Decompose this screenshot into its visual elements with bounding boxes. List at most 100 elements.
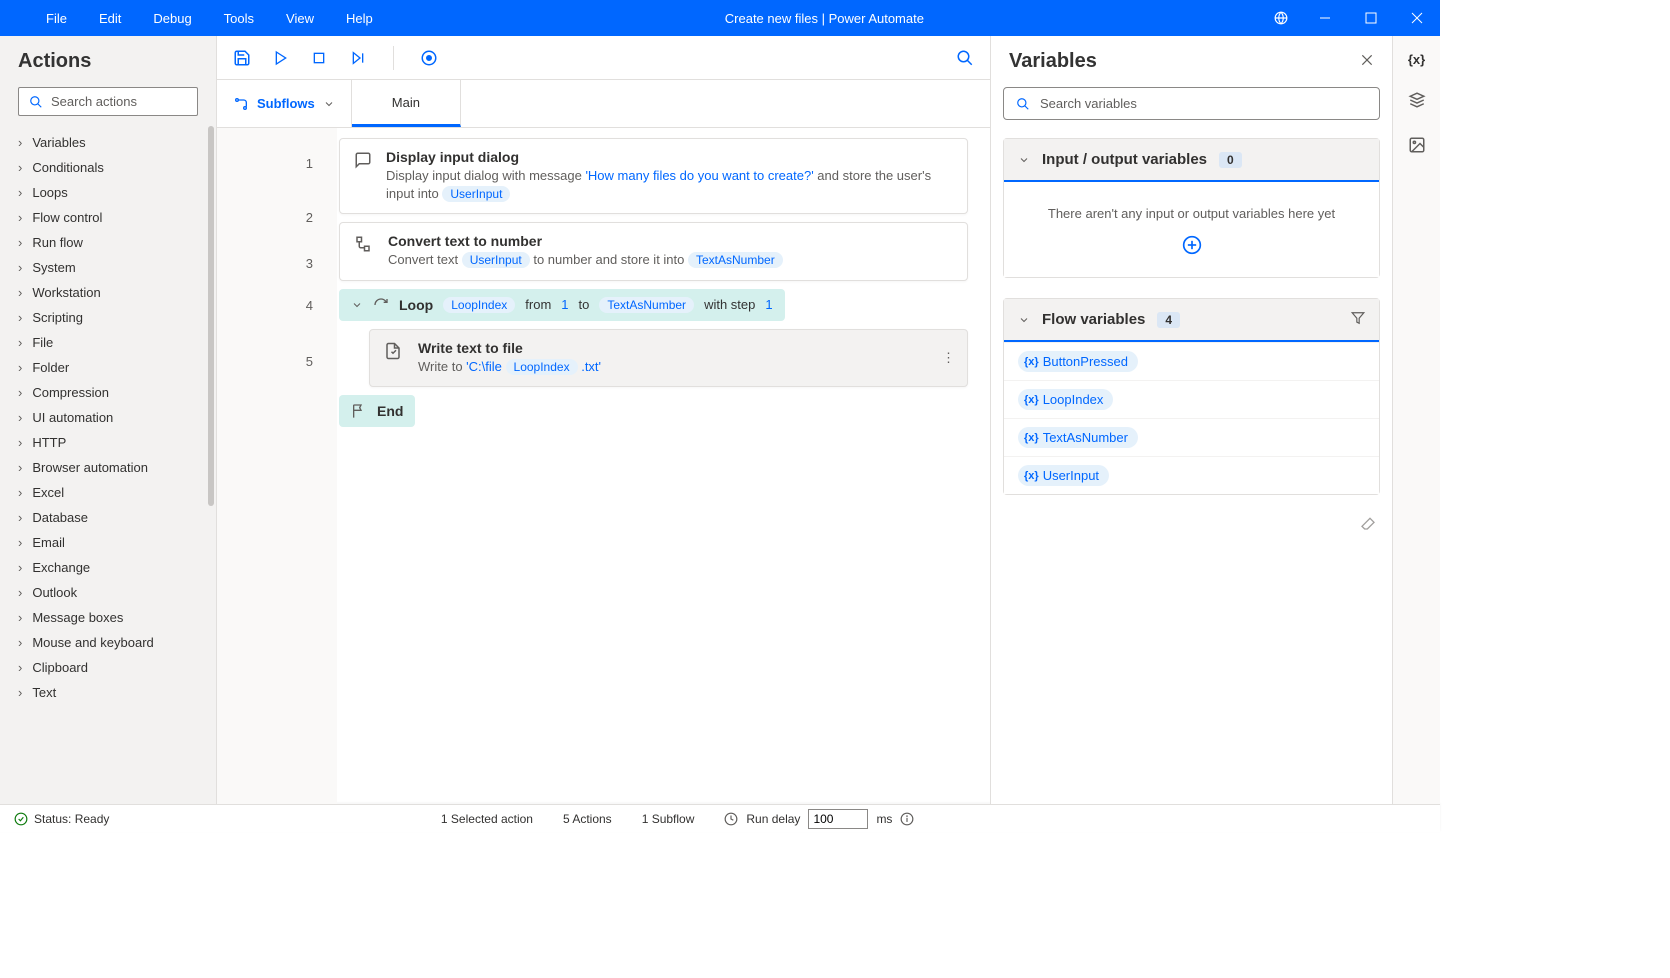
window-title: Create new files | Power Automate (389, 11, 1260, 26)
tab-main[interactable]: Main (352, 80, 461, 127)
category-file[interactable]: ›File (0, 330, 216, 355)
action-loop[interactable]: Loop LoopIndex from 1 to TextAsNumber wi… (339, 289, 968, 435)
subflow-bar: Subflows Main (217, 80, 990, 128)
loop-end[interactable]: End (339, 395, 415, 427)
designer-panel: Subflows Main 1 2 3 4 5 Display input di… (217, 36, 990, 804)
category-folder[interactable]: ›Folder (0, 355, 216, 380)
stop-button[interactable] (311, 50, 327, 66)
convert-icon (354, 233, 374, 256)
category-system[interactable]: ›System (0, 255, 216, 280)
designer-search-button[interactable] (956, 49, 974, 67)
loop-icon (373, 297, 389, 313)
more-options-button[interactable]: ⋮ (942, 350, 955, 366)
rail-variables-button[interactable]: {x} (1408, 52, 1425, 67)
actions-search[interactable]: Search actions (18, 87, 198, 116)
window-controls (1260, 0, 1440, 36)
menu-help[interactable]: Help (330, 3, 389, 34)
action-display-input-dialog[interactable]: Display input dialog Display input dialo… (339, 138, 968, 214)
category-workstation[interactable]: ›Workstation (0, 280, 216, 305)
io-variables-header[interactable]: Input / output variables 0 (1004, 139, 1379, 182)
environment-indicator[interactable] (1260, 11, 1302, 25)
variables-search[interactable]: Search variables (1003, 87, 1380, 120)
category-mouse-keyboard[interactable]: ›Mouse and keyboard (0, 630, 216, 655)
loop-header[interactable]: Loop LoopIndex from 1 to TextAsNumber wi… (339, 289, 785, 321)
category-scripting[interactable]: ›Scripting (0, 305, 216, 330)
run-delay-control: Run delay ms (724, 809, 914, 829)
minimize-button[interactable] (1302, 0, 1348, 36)
menu-edit[interactable]: Edit (83, 3, 137, 34)
action-convert-text-to-number[interactable]: Convert text to number Convert text User… (339, 222, 968, 280)
search-icon (29, 95, 43, 109)
menu-debug[interactable]: Debug (137, 3, 207, 34)
variables-heading: Variables (1009, 50, 1360, 73)
clock-icon (724, 812, 738, 826)
chevron-down-icon (1018, 314, 1030, 326)
rail-images-button[interactable] (1408, 136, 1426, 157)
step-button[interactable] (349, 50, 367, 66)
flow-canvas[interactable]: Display input dialog Display input dialo… (337, 128, 990, 804)
category-clipboard[interactable]: ›Clipboard (0, 655, 216, 680)
line-3: 3 (306, 242, 313, 284)
line-2: 2 (306, 196, 313, 242)
subflows-dropdown[interactable]: Subflows (217, 80, 352, 127)
variable-token: UserInput (442, 186, 510, 202)
category-exchange[interactable]: ›Exchange (0, 555, 216, 580)
chevron-down-icon[interactable] (351, 299, 363, 311)
category-flow-control[interactable]: ›Flow control (0, 205, 216, 230)
category-email[interactable]: ›Email (0, 530, 216, 555)
save-button[interactable] (233, 49, 251, 67)
flow-var-textasnumber[interactable]: {x}TextAsNumber (1004, 418, 1379, 456)
rail-ui-elements-button[interactable] (1408, 91, 1426, 112)
maximize-button[interactable] (1348, 0, 1394, 36)
actions-tree[interactable]: ›Variables ›Conditionals ›Loops ›Flow co… (0, 126, 216, 804)
close-panel-button[interactable] (1360, 53, 1374, 70)
category-run-flow[interactable]: ›Run flow (0, 230, 216, 255)
category-ui-automation[interactable]: ›UI automation (0, 405, 216, 430)
menu-view[interactable]: View (270, 3, 330, 34)
run-delay-input[interactable] (808, 809, 868, 829)
chevron-right-icon: › (18, 135, 22, 150)
designer-toolbar (217, 36, 990, 80)
flow-var-userinput[interactable]: {x}UserInput (1004, 456, 1379, 494)
line-4: 4 (306, 284, 313, 340)
flow-var-buttonpressed[interactable]: {x}ButtonPressed (1004, 342, 1379, 380)
variables-panel: Variables Search variables Input / outpu… (990, 36, 1392, 804)
menu-tools[interactable]: Tools (208, 3, 270, 34)
close-button[interactable] (1394, 0, 1440, 36)
category-compression[interactable]: ›Compression (0, 380, 216, 405)
category-loops[interactable]: ›Loops (0, 180, 216, 205)
check-circle-icon (14, 812, 28, 826)
info-icon[interactable] (900, 812, 914, 826)
category-http[interactable]: ›HTTP (0, 430, 216, 455)
run-button[interactable] (273, 50, 289, 66)
eraser-button[interactable] (991, 505, 1392, 541)
flow-var-loopindex[interactable]: {x}LoopIndex (1004, 380, 1379, 418)
flow-count-badge: 4 (1157, 312, 1180, 328)
actions-panel: Actions Search actions ›Variables ›Condi… (0, 36, 217, 804)
category-browser-automation[interactable]: ›Browser automation (0, 455, 216, 480)
action-write-text-to-file[interactable]: Write text to file Write to 'C:\file Loo… (369, 329, 968, 387)
category-database[interactable]: ›Database (0, 505, 216, 530)
action-description: Convert text UserInput to number and sto… (388, 251, 783, 269)
action-description: Write to 'C:\file LoopIndex .txt' (418, 358, 601, 376)
statusbar: Status: Ready 1 Selected action 5 Action… (0, 804, 1440, 832)
flow-designer[interactable]: 1 2 3 4 5 Display input dialog Display i… (217, 128, 990, 804)
category-conditionals[interactable]: ›Conditionals (0, 155, 216, 180)
action-title: Convert text to number (388, 233, 783, 249)
category-excel[interactable]: ›Excel (0, 480, 216, 505)
category-text[interactable]: ›Text (0, 680, 216, 705)
filter-button[interactable] (1351, 311, 1365, 328)
status-selected: 1 Selected action (441, 812, 533, 826)
category-message-boxes[interactable]: ›Message boxes (0, 605, 216, 630)
add-io-variable-button[interactable] (1018, 221, 1365, 263)
category-variables[interactable]: ›Variables (0, 130, 216, 155)
record-button[interactable] (420, 49, 438, 67)
flow-variables-header[interactable]: Flow variables 4 (1004, 299, 1379, 342)
scrollbar[interactable] (208, 126, 214, 506)
category-outlook[interactable]: ›Outlook (0, 580, 216, 605)
write-file-icon (384, 340, 404, 363)
line-gutter: 1 2 3 4 5 (217, 128, 337, 804)
menu-file[interactable]: File (30, 3, 83, 34)
io-empty-message: There aren't any input or output variabl… (1018, 196, 1365, 221)
chevron-down-icon (1018, 154, 1030, 166)
